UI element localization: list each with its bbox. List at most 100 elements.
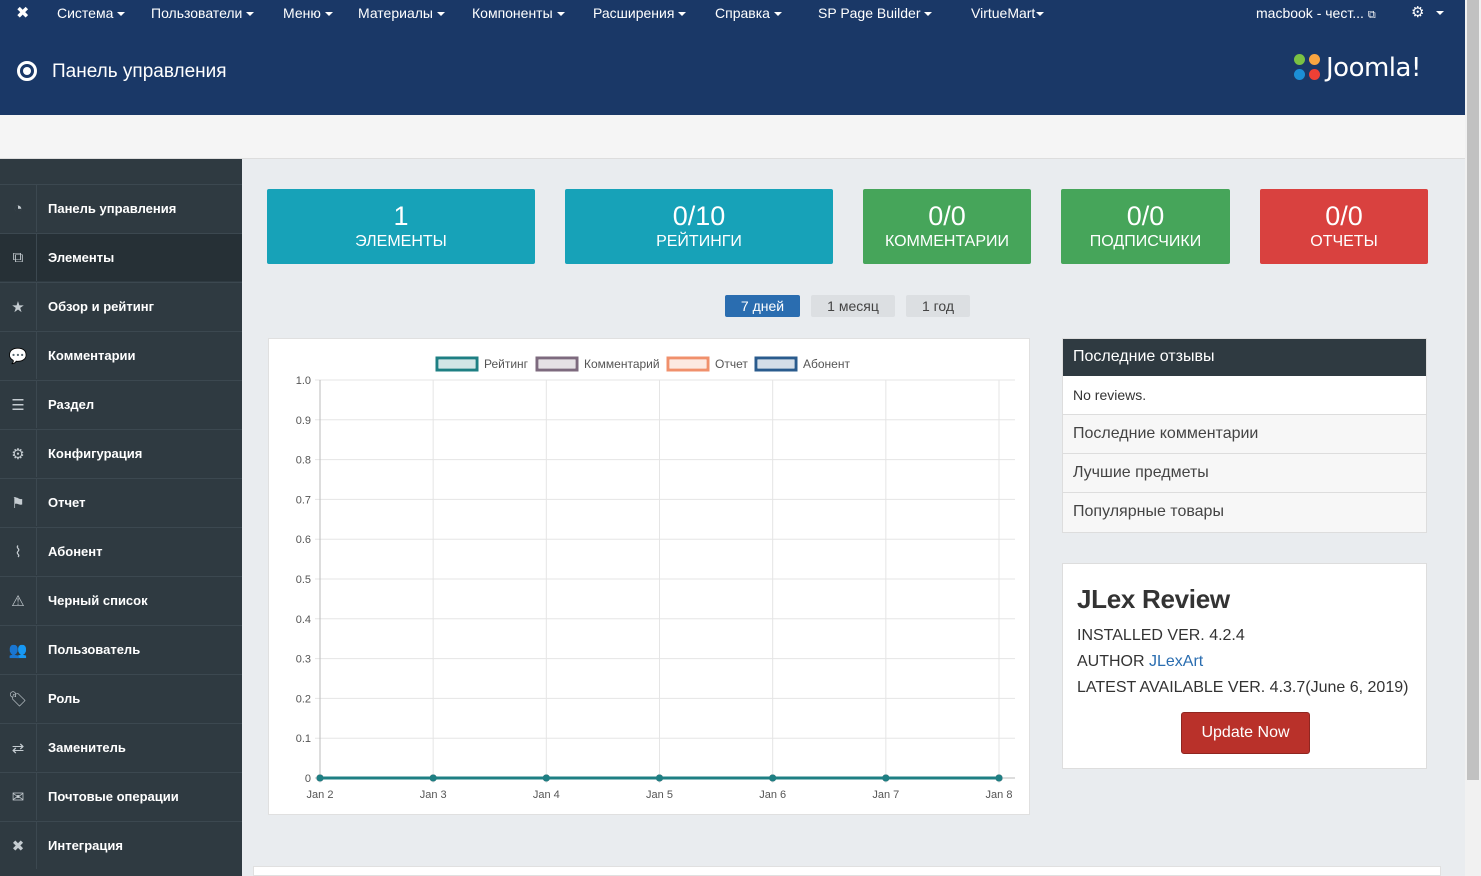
sidebar-item[interactable]: ✖ Интеграция xyxy=(0,821,242,869)
scrollbar-thumb[interactable] xyxy=(1467,0,1479,780)
author-prefix: AUTHOR xyxy=(1077,653,1149,670)
sidebar-item[interactable]: ⇄ Заменитель xyxy=(0,723,242,771)
y-tick-label: 0.6 xyxy=(296,534,311,546)
menu-label: Справка xyxy=(715,5,770,21)
menu-virtuemart[interactable]: VirtueMart xyxy=(971,5,1045,21)
caret-down-icon xyxy=(1036,12,1045,17)
x-tick-label: Jan 4 xyxy=(533,789,560,801)
user-settings[interactable]: ⚙ xyxy=(1411,3,1445,21)
tab-1-month[interactable]: 1 месяц xyxy=(811,295,895,317)
tags-icon: 🏷 xyxy=(0,675,37,722)
sidebar-item[interactable]: 👥 Пользователь xyxy=(0,625,242,673)
list-icon: ☰ xyxy=(0,381,37,428)
stat-label: КОММЕНТАРИИ xyxy=(884,233,1010,250)
top-menu-bar: ✖ Система Пользователи Меню Материалы Ко… xyxy=(0,0,1465,27)
stat-comments[interactable]: 0/0 КОММЕНТАРИИ xyxy=(863,189,1031,264)
y-tick-label: 0.1 xyxy=(296,733,311,745)
joomla-logo: Joomla! xyxy=(1294,53,1421,83)
series-point xyxy=(995,774,1003,782)
legend-label: Комментарий xyxy=(584,357,660,371)
menu-system[interactable]: Система xyxy=(57,5,126,21)
panel-row-top-items[interactable]: Лучшие предметы xyxy=(1063,454,1426,493)
tab-1-year[interactable]: 1 год xyxy=(906,295,970,317)
toolbar-area xyxy=(0,115,1465,159)
menu-help[interactable]: Справка xyxy=(715,5,782,21)
x-tick-label: Jan 2 xyxy=(307,789,334,801)
joomla-mark-icon xyxy=(1294,54,1322,82)
y-tick-label: 0.8 xyxy=(296,455,311,467)
stat-reports[interactable]: 0/0 ОТЧЕТЫ xyxy=(1260,189,1428,264)
sidebar-item[interactable]: ★ Обзор и рейтинг xyxy=(0,282,242,330)
x-tick-label: Jan 8 xyxy=(986,789,1013,801)
legend-swatch-fill xyxy=(439,360,475,368)
cogs-icon: ⚙ xyxy=(0,430,37,477)
menu-extensions[interactable]: Расширения xyxy=(593,5,687,21)
caret-down-icon xyxy=(924,12,933,17)
sidebar-item[interactable]: ⚑ Отчет xyxy=(0,478,242,526)
page-title: Панель управления xyxy=(52,61,227,82)
sidebar-item[interactable]: ⚙ Конфигурация xyxy=(0,429,242,477)
menu-label: Расширения xyxy=(593,5,675,21)
stat-elements[interactable]: 1 ЭЛЕМЕНТЫ xyxy=(267,189,535,264)
author-line: AUTHOR JLexArt xyxy=(1077,653,1412,671)
reviews-panel-title[interactable]: Последние отзывы xyxy=(1063,339,1426,376)
sidebar-item[interactable]: ☰ Раздел xyxy=(0,380,242,428)
menu-menus[interactable]: Меню xyxy=(283,5,333,21)
panel-row-popular-products[interactable]: Популярные товары xyxy=(1063,493,1426,532)
stat-ratings[interactable]: 0/10 РЕЙТИНГИ xyxy=(565,189,833,264)
sidebar-item[interactable]: ⌇ Абонент xyxy=(0,527,242,575)
installed-version: INSTALLED VER. 4.2.4 xyxy=(1077,627,1245,644)
joomla-icon[interactable]: ✖ xyxy=(16,5,34,23)
activity-chart: 1.0 0.9 0.8 0.7 0.6 0.5 0.4 0.3 0.2 0.1 0 Jan 2 Jan … xyxy=(268,338,1030,815)
page-header: Панель управления Joomla! xyxy=(0,27,1465,115)
menu-users[interactable]: Пользователи xyxy=(151,5,255,21)
caret-down-icon xyxy=(117,12,126,17)
legend-swatch-fill xyxy=(539,360,575,368)
series-point xyxy=(429,774,437,782)
stat-value: 1 xyxy=(393,201,409,231)
stat-value: 0/0 xyxy=(1126,201,1165,231)
caret-down-icon xyxy=(324,12,333,17)
sidebar-item[interactable]: ⚠ Черный список xyxy=(0,576,242,624)
y-tick-label: 1.0 xyxy=(296,375,311,387)
y-tick-label: 0.4 xyxy=(296,614,311,626)
sidebar-item[interactable]: ✉ Почтовые операции xyxy=(0,772,242,820)
series-point xyxy=(316,774,324,782)
sidebar-item-label: Конфигурация xyxy=(48,446,143,461)
tab-7-days[interactable]: 7 дней xyxy=(725,295,800,317)
site-link[interactable]: macbook - чест... ⧉ xyxy=(1256,5,1376,22)
menu-sp-page-builder[interactable]: SP Page Builder xyxy=(818,5,933,21)
menu-label: SP Page Builder xyxy=(818,5,921,21)
legend-swatch-fill xyxy=(758,360,794,368)
joomla-icon: ✖ xyxy=(0,822,37,869)
menu-label: Меню xyxy=(283,5,321,21)
page-scrollbar[interactable] xyxy=(1465,0,1481,876)
sidebar-item-label: Раздел xyxy=(48,397,95,412)
latest-version: LATEST AVAILABLE VER. 4.3.7(June 6, 2019… xyxy=(1077,679,1409,696)
menu-content[interactable]: Материалы xyxy=(358,5,445,21)
sidebar-item-label: Обзор и рейтинг xyxy=(48,299,154,314)
stat-value: 0/0 xyxy=(928,201,966,231)
sidebar-item[interactable]: ◔ Панель управления xyxy=(0,184,242,232)
y-tick-label: 0 xyxy=(305,773,311,785)
y-tick-label: 0.2 xyxy=(296,693,311,705)
stat-value: 0/10 xyxy=(672,201,726,231)
update-now-button[interactable]: Update Now xyxy=(1181,712,1310,754)
legend-label: Рейтинг xyxy=(484,357,529,371)
sidebar-item[interactable]: ⧉ Элементы xyxy=(0,233,242,281)
star-icon: ★ xyxy=(0,283,37,330)
stat-subscribers[interactable]: 0/0 ПОДПИСЧИКИ xyxy=(1061,189,1230,264)
copy-icon: ⧉ xyxy=(0,234,37,281)
menu-label: Пользователи xyxy=(151,5,243,21)
caret-down-icon xyxy=(678,12,687,17)
sidebar-item[interactable]: 🏷 Роль xyxy=(0,674,242,722)
menu-components[interactable]: Компоненты xyxy=(472,5,565,21)
gear-icon: ⚙ xyxy=(1411,4,1425,21)
jlex-info-panel: JLex Review INSTALLED VER. 4.2.4 AUTHOR … xyxy=(1062,563,1427,769)
sidebar-item-label: Отчет xyxy=(48,495,86,510)
external-link-icon: ⧉ xyxy=(1367,9,1376,21)
sidebar-item-label: Роль xyxy=(48,691,81,706)
sidebar-item[interactable]: 💬 Комментарии xyxy=(0,331,242,379)
author-link[interactable]: JLexArt xyxy=(1149,653,1203,670)
panel-row-latest-comments[interactable]: Последние комментарии xyxy=(1063,415,1426,454)
